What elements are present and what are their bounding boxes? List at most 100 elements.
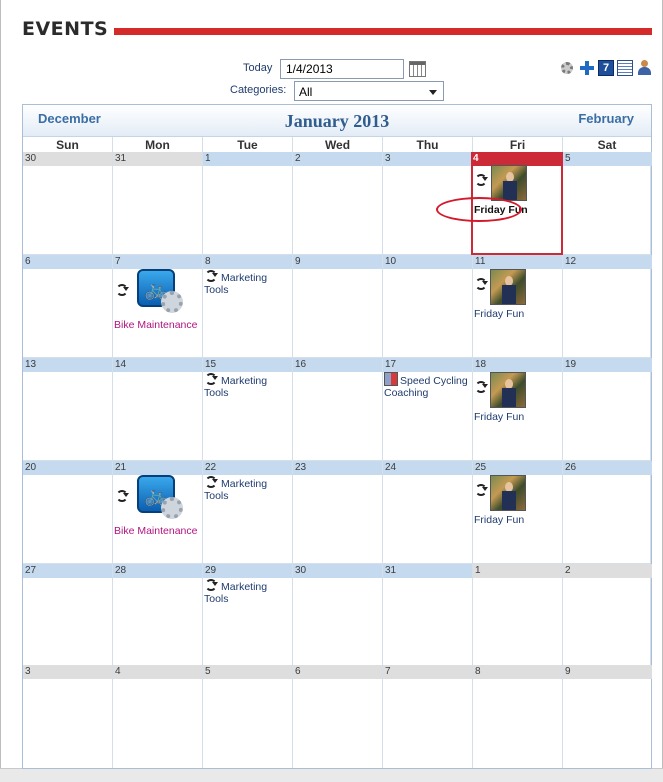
- day-cell[interactable]: 9: [293, 255, 383, 358]
- event-photo[interactable]: [490, 475, 526, 511]
- today-date-input[interactable]: 1/4/2013: [280, 59, 404, 79]
- day-number: 8: [203, 255, 292, 269]
- recurring-icon: [475, 174, 488, 186]
- day-number: 3: [383, 152, 472, 166]
- day-cell[interactable]: 29 Marketing Tools: [203, 564, 293, 667]
- day-cell[interactable]: 19: [563, 358, 652, 461]
- day-number: 10: [383, 255, 472, 269]
- recurring-icon: [116, 490, 129, 502]
- list-view-icon[interactable]: [617, 60, 633, 76]
- day-number: 3: [23, 665, 112, 679]
- day-cell[interactable]: 12: [563, 255, 652, 358]
- next-month-link[interactable]: February: [578, 111, 634, 126]
- day-number: 7: [383, 665, 472, 679]
- day-cell[interactable]: 1: [203, 152, 293, 255]
- day-cell[interactable]: 30: [23, 152, 113, 255]
- day-number: 9: [293, 255, 382, 269]
- day-cell[interactable]: 10: [383, 255, 473, 358]
- add-event-plus-icon[interactable]: [579, 60, 595, 76]
- event-photo[interactable]: [491, 165, 527, 201]
- day-number: 11: [473, 255, 562, 269]
- day-cell[interactable]: 30: [293, 564, 383, 667]
- event-title-friday-fun[interactable]: Friday Fun: [474, 411, 524, 423]
- day-cell[interactable]: 2: [293, 152, 383, 255]
- event-photo[interactable]: [490, 269, 526, 305]
- event-title-marketing-tools[interactable]: Marketing Tools: [204, 478, 290, 502]
- day-number: 19: [563, 358, 652, 372]
- weekday-tue: Tue: [203, 137, 293, 153]
- day-cell[interactable]: 14: [113, 358, 203, 461]
- event-title-friday-fun[interactable]: Friday Fun: [474, 308, 524, 320]
- day-cell[interactable]: 17 Speed Cycling Coaching: [383, 358, 473, 461]
- day-number: 15: [203, 358, 292, 372]
- today-label: Today: [243, 62, 273, 74]
- day-cell[interactable]: 20: [23, 461, 113, 564]
- day-cell[interactable]: 3: [23, 665, 113, 768]
- event-title-friday-fun[interactable]: Friday Fun: [474, 514, 524, 526]
- event-photo[interactable]: [490, 372, 526, 408]
- day-number: 30: [23, 152, 112, 166]
- weekday-sun: Sun: [23, 137, 113, 153]
- day-cell[interactable]: 7: [383, 665, 473, 768]
- day-cell[interactable]: 5: [563, 152, 652, 255]
- week-view-icon[interactable]: 7: [598, 60, 614, 76]
- day-number: 23: [293, 461, 382, 475]
- calendar-grid: 30 31 1 2 3 4 Friday Fun 5 6 7 🚲 Bike Ma…: [23, 152, 652, 768]
- event-title-marketing-tools[interactable]: Marketing Tools: [204, 375, 290, 399]
- day-cell[interactable]: 6: [293, 665, 383, 768]
- day-cell[interactable]: 15 Marketing Tools: [203, 358, 293, 461]
- day-cell[interactable]: 28: [113, 564, 203, 667]
- recurring-icon: [116, 284, 129, 296]
- day-cell[interactable]: 9: [563, 665, 652, 768]
- event-title-bike-maintenance[interactable]: Bike Maintenance: [114, 319, 197, 331]
- event-title-marketing-tools[interactable]: Marketing Tools: [204, 272, 290, 296]
- day-cell[interactable]: 5: [203, 665, 293, 768]
- event-title-bike-maintenance[interactable]: Bike Maintenance: [114, 525, 197, 537]
- event-title-marketing-tools[interactable]: Marketing Tools: [204, 581, 290, 605]
- day-cell[interactable]: 31: [113, 152, 203, 255]
- day-number: 9: [563, 665, 652, 679]
- toolbar: 7: [561, 60, 655, 76]
- day-cell[interactable]: 6: [23, 255, 113, 358]
- day-cell[interactable]: 4: [113, 665, 203, 768]
- calendar-picker-icon[interactable]: [409, 61, 426, 77]
- recurring-icon: [475, 484, 488, 496]
- day-number: 25: [473, 461, 562, 475]
- day-cell[interactable]: 13: [23, 358, 113, 461]
- event-title-speed-cycling[interactable]: Speed Cycling Coaching: [384, 375, 474, 399]
- day-number: 4: [471, 152, 562, 166]
- bicycle-maintenance-icon[interactable]: 🚲: [137, 475, 183, 519]
- day-cell[interactable]: 8 Marketing Tools: [203, 255, 293, 358]
- settings-gear-icon[interactable]: [561, 62, 573, 74]
- day-number: 17: [383, 358, 472, 372]
- day-cell[interactable]: 18 Friday Fun: [473, 358, 563, 461]
- day-number: 28: [113, 564, 202, 578]
- day-cell[interactable]: 7 🚲 Bike Maintenance: [113, 255, 203, 358]
- day-cell[interactable]: 1: [473, 564, 563, 667]
- day-cell[interactable]: 23: [293, 461, 383, 564]
- day-cell[interactable]: 16: [293, 358, 383, 461]
- day-cell[interactable]: 22 Marketing Tools: [203, 461, 293, 564]
- day-number: 13: [23, 358, 112, 372]
- day-cell[interactable]: 25 Friday Fun: [473, 461, 563, 564]
- day-cell[interactable]: 8: [473, 665, 563, 768]
- highlight-circle-annotation: [436, 197, 522, 222]
- day-cell[interactable]: 24: [383, 461, 473, 564]
- day-number: 22: [203, 461, 292, 475]
- day-number: 27: [23, 564, 112, 578]
- day-cell[interactable]: 21 🚲 Bike Maintenance: [113, 461, 203, 564]
- day-cell[interactable]: 31: [383, 564, 473, 667]
- user-icon[interactable]: [637, 60, 653, 76]
- calendar-header: December January 2013 February: [23, 105, 651, 137]
- categories-selected-value: All: [299, 85, 313, 99]
- bicycle-maintenance-icon[interactable]: 🚲: [137, 269, 183, 313]
- weekday-sat: Sat: [597, 138, 617, 152]
- day-number: 31: [113, 152, 202, 166]
- day-number: 21: [113, 461, 202, 475]
- day-cell[interactable]: 27: [23, 564, 113, 667]
- day-cell[interactable]: 2: [563, 564, 652, 667]
- categories-select[interactable]: All: [294, 81, 444, 101]
- month-calendar: December January 2013 February Sun Mon T…: [22, 104, 652, 769]
- day-cell[interactable]: 26: [563, 461, 652, 564]
- day-cell[interactable]: 11 Friday Fun: [473, 255, 563, 358]
